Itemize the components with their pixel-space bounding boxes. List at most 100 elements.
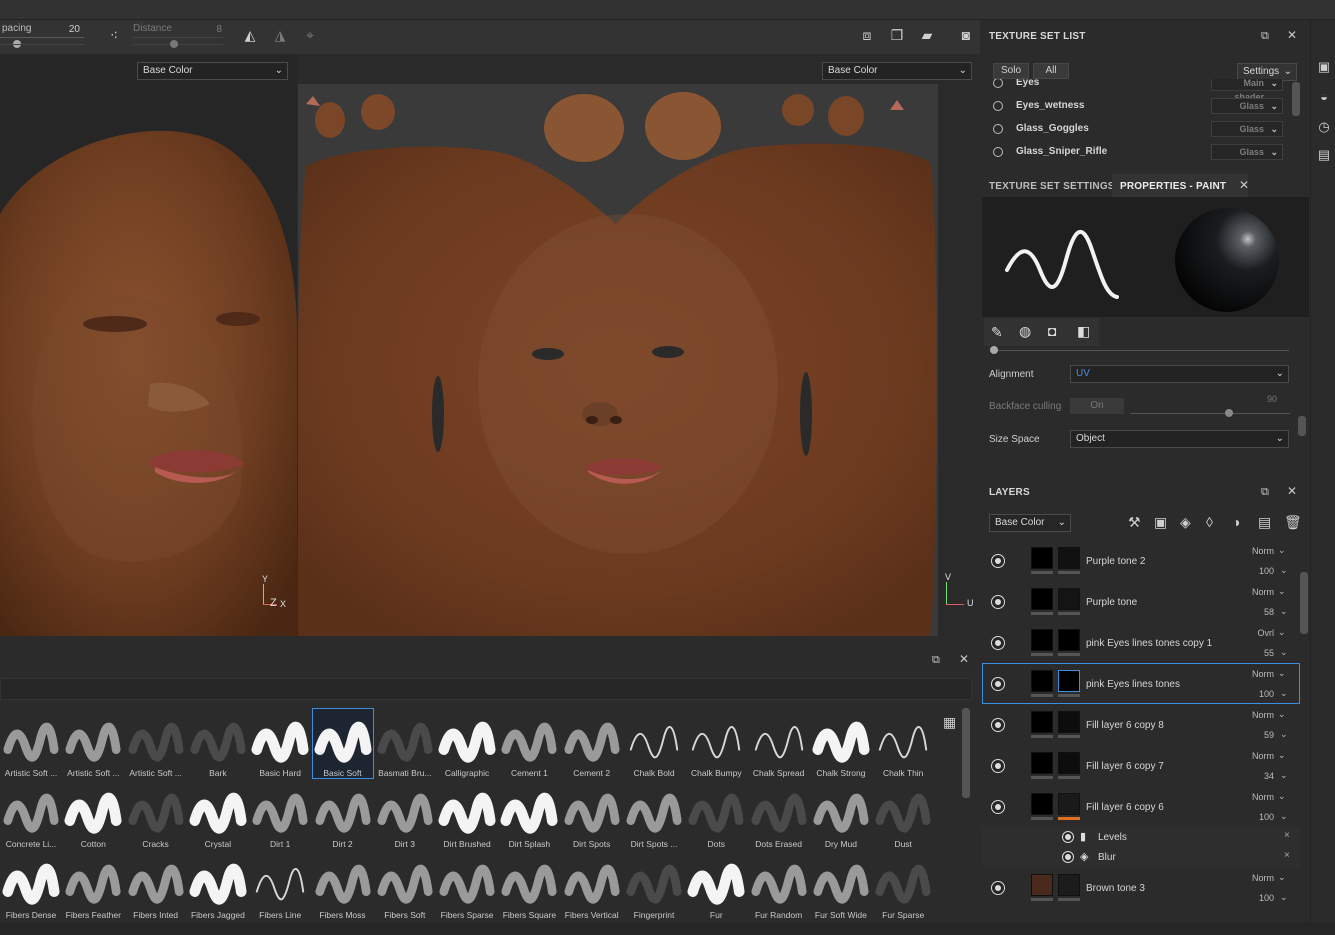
brush-item[interactable]: Fur Random bbox=[748, 850, 810, 921]
alignment-select[interactable]: UV ⌄ bbox=[1070, 365, 1289, 383]
texture-set-row[interactable]: Eyes Main shader ⌄ bbox=[982, 79, 1292, 102]
layer-opacity[interactable]: 100 bbox=[1244, 893, 1274, 903]
brush-item[interactable]: Dirt 2 bbox=[312, 779, 374, 850]
layer-mask-thumbnail[interactable] bbox=[1058, 588, 1080, 610]
add-fill-layer-icon[interactable]: ◊ bbox=[1206, 515, 1213, 529]
shader-select[interactable]: Glass ⌄ bbox=[1211, 144, 1283, 160]
shader-select[interactable]: Main shader ⌄ bbox=[1211, 79, 1283, 102]
visibility-eye-icon[interactable] bbox=[992, 555, 1004, 567]
tab-properties-paint[interactable]: PROPERTIES - PAINT bbox=[1120, 181, 1226, 192]
texture-set-row[interactable]: Glass_Goggles Glass ⌄ bbox=[982, 117, 1292, 140]
layer-effect-row[interactable]: ◈ Blur × bbox=[982, 847, 1300, 867]
size-space-select[interactable]: Object ⌄ bbox=[1070, 430, 1289, 448]
viewport-2d[interactable]: Base Color ⌄ V U bbox=[298, 54, 980, 636]
chevron-down-icon[interactable]: ⌄ bbox=[1278, 709, 1286, 720]
solo-button[interactable]: Solo bbox=[993, 63, 1029, 79]
chevron-down-icon[interactable]: ⌄ bbox=[1278, 545, 1286, 556]
brush-item[interactable]: Dry Mud bbox=[810, 779, 872, 850]
layer-mask-thumbnail[interactable] bbox=[1058, 670, 1080, 692]
visibility-eye-icon[interactable] bbox=[992, 678, 1004, 690]
log-icon[interactable]: ▤ bbox=[1317, 148, 1331, 162]
distance-value[interactable]: 8 bbox=[200, 24, 222, 35]
alpha-icon[interactable]: ◘ bbox=[1048, 323, 1056, 339]
lazy-mouse-icon[interactable]: ⌖ bbox=[302, 28, 318, 42]
brush-item[interactable]: Fibers Feather bbox=[62, 850, 124, 921]
delete-layer-icon[interactable]: 🗑 bbox=[1284, 515, 1302, 529]
brush-item[interactable]: Fibers Jagged bbox=[187, 850, 249, 921]
blend-mode[interactable]: Norm bbox=[1244, 873, 1274, 883]
chevron-down-icon[interactable]: ⌄ bbox=[1280, 606, 1288, 617]
layer-row[interactable]: Purple tone Norm ⌄ 58 ⌄ bbox=[982, 581, 1300, 622]
blend-mode[interactable]: Norm bbox=[1244, 587, 1274, 597]
brush-item[interactable]: Dirt 1 bbox=[249, 779, 311, 850]
texture-set-scrollbar[interactable] bbox=[1292, 82, 1300, 116]
brush-item[interactable]: Fibers Sparse bbox=[436, 850, 498, 921]
brush-item[interactable]: Chalk Spread bbox=[748, 708, 810, 779]
brush-item[interactable]: Chalk Thin bbox=[872, 708, 934, 779]
brush-item[interactable]: Dots Erased bbox=[748, 779, 810, 850]
layer-row[interactable]: Fill layer 6 copy 7 Norm ⌄ 34 ⌄ bbox=[982, 745, 1300, 786]
blend-mode[interactable]: Norm bbox=[1244, 792, 1274, 802]
add-layer-icon[interactable]: ◈ bbox=[1180, 515, 1191, 529]
chevron-down-icon[interactable]: ⌄ bbox=[1280, 729, 1288, 740]
brush-item[interactable]: Fur bbox=[685, 850, 747, 921]
brush-item[interactable]: Fibers Line bbox=[249, 850, 311, 921]
layer-name[interactable]: Purple tone bbox=[1086, 597, 1137, 608]
grid-view-icon[interactable]: ▦ bbox=[943, 714, 956, 731]
chevron-down-icon[interactable]: ⌄ bbox=[1278, 627, 1286, 638]
properties-slider-track[interactable] bbox=[995, 350, 1289, 351]
brush-item[interactable]: Artistic Soft ... bbox=[0, 708, 62, 779]
texture-set-row[interactable]: Eyes_wetness Glass ⌄ bbox=[982, 94, 1292, 117]
tab-texture-set-settings[interactable]: TEXTURE SET SETTINGS bbox=[989, 181, 1115, 192]
distance-slider-rail[interactable] bbox=[133, 44, 223, 45]
undock-icon[interactable]: ⧉ bbox=[1261, 30, 1269, 43]
texture-set-row[interactable]: Glass_Sniper_Rifle Glass ⌄ bbox=[982, 140, 1292, 163]
brush-item[interactable]: Chalk Bold bbox=[623, 708, 685, 779]
layer-mask-thumbnail[interactable] bbox=[1058, 793, 1080, 815]
texture-set-radio[interactable] bbox=[993, 79, 1003, 88]
spacing-value[interactable]: 20 bbox=[60, 24, 80, 35]
visibility-eye-icon[interactable] bbox=[992, 882, 1004, 894]
brush-item[interactable]: Dirt Splash bbox=[498, 779, 560, 850]
layer-name[interactable]: Purple tone 2 bbox=[1086, 556, 1146, 567]
chevron-down-icon[interactable]: ⌄ bbox=[1280, 892, 1288, 903]
chevron-down-icon[interactable]: ⌄ bbox=[1278, 668, 1286, 679]
layer-row[interactable]: Purple tone 2 Norm ⌄ 100 ⌄ bbox=[982, 540, 1300, 581]
brush-item[interactable]: Dirt 3 bbox=[374, 779, 436, 850]
properties-slider-handle[interactable] bbox=[990, 346, 998, 354]
brush-tool-icon[interactable]: ✎ bbox=[991, 324, 1003, 341]
texture-set-radio[interactable] bbox=[993, 101, 1003, 111]
add-smart-material-icon[interactable]: ◑ bbox=[1232, 515, 1240, 529]
brush-item[interactable]: Fibers Inted bbox=[125, 850, 187, 921]
brush-item[interactable]: Artistic Soft ... bbox=[125, 708, 187, 779]
distance-slider-handle[interactable] bbox=[169, 40, 178, 48]
stencil-icon[interactable]: ◧ bbox=[1077, 323, 1090, 340]
layer-name[interactable]: pink Eyes lines tones bbox=[1086, 679, 1180, 690]
visibility-eye-icon[interactable] bbox=[1063, 852, 1073, 862]
split-view-icon[interactable]: ⧈ bbox=[858, 28, 876, 42]
brush-item[interactable]: Dust bbox=[872, 779, 934, 850]
brush-item[interactable]: Dots bbox=[685, 779, 747, 850]
layer-row[interactable]: pink Eyes lines tones Norm ⌄ 100 ⌄ bbox=[982, 663, 1300, 704]
visibility-eye-icon[interactable] bbox=[992, 719, 1004, 731]
undock-icon[interactable]: ⧉ bbox=[932, 654, 940, 667]
remove-effect-icon[interactable]: × bbox=[1284, 830, 1290, 841]
backface-angle-value[interactable]: 90 bbox=[1267, 394, 1277, 404]
close-icon[interactable]: ✕ bbox=[1239, 178, 1249, 192]
brush-item[interactable]: Dirt Brushed bbox=[436, 779, 498, 850]
chevron-down-icon[interactable]: ⌄ bbox=[1280, 688, 1288, 699]
brush-item[interactable]: Cement 1 bbox=[498, 708, 560, 779]
brush-item[interactable]: Artistic Soft ... bbox=[62, 708, 124, 779]
layer-effect-row[interactable]: ▮ Levels × bbox=[982, 827, 1300, 847]
brush-item[interactable]: Chalk Bumpy bbox=[685, 708, 747, 779]
scatter-icon[interactable]: ⁖ bbox=[106, 28, 122, 42]
brush-item[interactable]: Basic Soft bbox=[311, 708, 374, 779]
close-icon[interactable]: ✕ bbox=[1287, 484, 1297, 498]
layer-row[interactable]: Fill layer 6 copy 6 Norm ⌄ 100 ⌄ bbox=[982, 786, 1300, 827]
chevron-down-icon[interactable]: ⌄ bbox=[1280, 811, 1288, 822]
layer-name[interactable]: Fill layer 6 copy 6 bbox=[1086, 802, 1164, 813]
brush-item[interactable]: Crystal bbox=[187, 779, 249, 850]
undock-icon[interactable]: ⧉ bbox=[1261, 486, 1269, 499]
visibility-eye-icon[interactable] bbox=[1063, 832, 1073, 842]
material-icon[interactable]: ◍ bbox=[1019, 323, 1031, 340]
